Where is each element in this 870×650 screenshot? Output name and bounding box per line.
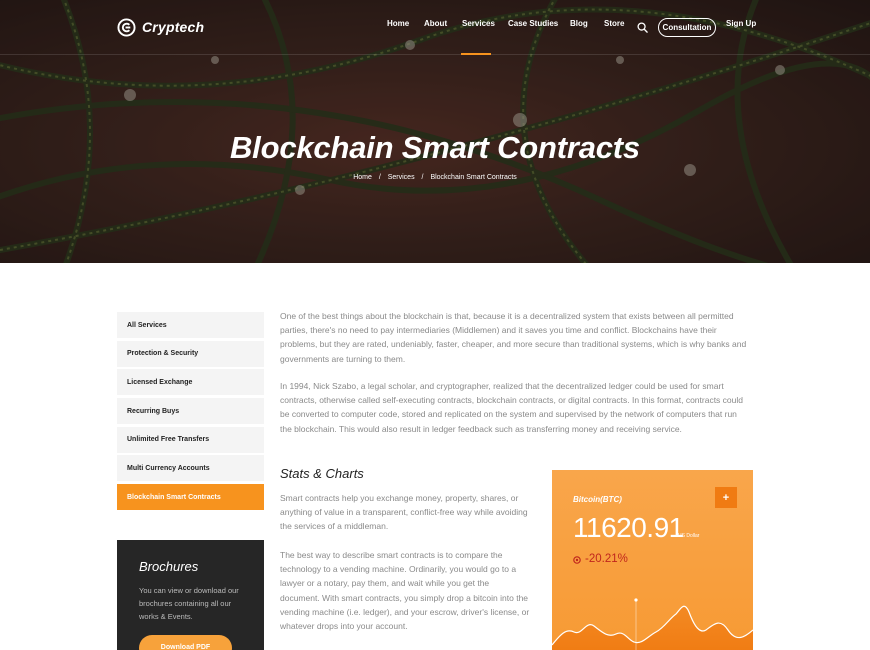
coin-price: 11620.91 bbox=[573, 512, 684, 543]
sidebar-item-recurring-buys[interactable]: Recurring Buys bbox=[117, 398, 264, 425]
nav-home[interactable]: Home bbox=[387, 19, 409, 28]
sidebar-item-multi-currency-accounts[interactable]: Multi Currency Accounts bbox=[117, 455, 264, 482]
brochures-title: Brochures bbox=[139, 559, 199, 574]
nav-store[interactable]: Store bbox=[604, 19, 624, 28]
sidebar-item-protection-security[interactable]: Protection & Security bbox=[117, 340, 264, 367]
breadcrumb-home[interactable]: Home bbox=[353, 174, 372, 181]
intro-paragraph: One of the best things about the blockch… bbox=[280, 311, 747, 364]
consultation-button[interactable]: Consultation bbox=[658, 18, 716, 37]
expand-plus-button[interactable]: + bbox=[715, 487, 737, 508]
sidebar-item-all-services[interactable]: All Services bbox=[117, 312, 264, 338]
price-change: -20.21% bbox=[585, 553, 628, 565]
breadcrumb-services[interactable]: Services bbox=[388, 174, 415, 181]
brochures-widget: Brochures You can view or download our b… bbox=[117, 540, 264, 650]
nav-active-indicator bbox=[461, 53, 491, 55]
breadcrumb-current: Blockchain Smart Contracts bbox=[430, 174, 517, 181]
stats-paragraph-2: The best way to describe smart contracts… bbox=[280, 550, 530, 632]
main-nav: Home About Services Case Studies Blog St… bbox=[0, 19, 870, 39]
breadcrumb-separator: / bbox=[378, 174, 381, 181]
bitcoin-price-card: Bitcoin(BTC) + 11620.91 US Dollar -20.21… bbox=[552, 470, 753, 650]
price-sparkline-chart bbox=[552, 598, 753, 650]
coin-name: Bitcoin(BTC) bbox=[573, 495, 622, 504]
stats-paragraph-1: Smart contracts help you exchange money,… bbox=[280, 493, 528, 532]
hero-banner: Cryptech Home About Services Case Studie… bbox=[0, 0, 870, 263]
breadcrumb: Home / Services / Blockchain Smart Contr… bbox=[0, 174, 870, 181]
download-pdf-button[interactable]: Download PDF bbox=[139, 635, 232, 650]
down-arrow-circle-icon bbox=[573, 556, 581, 564]
search-icon[interactable] bbox=[637, 22, 648, 33]
sidebar-item-unlimited-free-transfers[interactable]: Unlimited Free Transfers bbox=[117, 426, 264, 453]
top-navbar: Cryptech Home About Services Case Studie… bbox=[0, 0, 870, 55]
history-paragraph: In 1994, Nick Szabo, a legal scholar, an… bbox=[280, 381, 743, 434]
sidebar-item-licensed-exchange[interactable]: Licensed Exchange bbox=[117, 369, 264, 396]
brochures-description: You can view or download our brochures c… bbox=[139, 586, 239, 621]
nav-case-studies[interactable]: Case Studies bbox=[508, 19, 558, 28]
breadcrumb-separator: / bbox=[421, 174, 424, 181]
nav-blog[interactable]: Blog bbox=[570, 19, 588, 28]
price-unit: US Dollar bbox=[678, 533, 700, 539]
services-sidebar: All Services Protection & Security Licen… bbox=[117, 312, 264, 513]
nav-sign-up[interactable]: Sign Up bbox=[726, 19, 756, 28]
stats-heading: Stats & Charts bbox=[280, 466, 364, 481]
page-title: Blockchain Smart Contracts bbox=[230, 130, 640, 165]
nav-services[interactable]: Services bbox=[462, 19, 495, 28]
sidebar-item-blockchain-smart-contracts[interactable]: Blockchain Smart Contracts bbox=[117, 484, 264, 511]
nav-about[interactable]: About bbox=[424, 19, 447, 28]
